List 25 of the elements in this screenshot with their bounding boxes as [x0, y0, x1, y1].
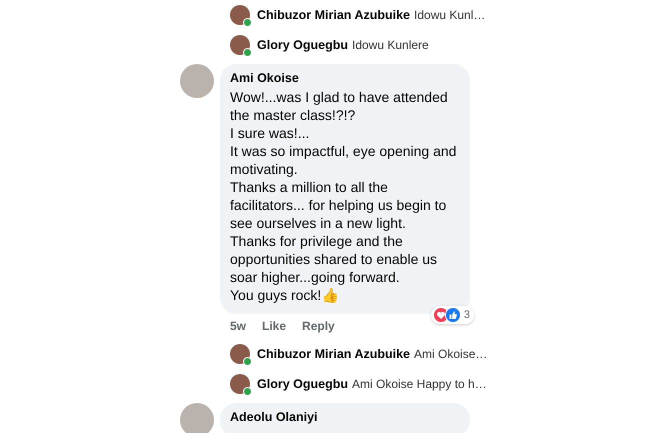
comment-text: Thanks for privilege and the opportunities shared to enable us soar higher...going forward.: [230, 232, 438, 286]
comment-author[interactable]: Ami Okoise: [230, 71, 460, 85]
comment-action-link[interactable]: Reply: [302, 319, 335, 333]
comment-text: You guys rock!👍: [230, 286, 340, 304]
thumbs-up-icon: [444, 307, 461, 323]
reply-snippet[interactable]: Idowu Kunlere: [352, 38, 429, 52]
avatar[interactable]: [230, 5, 250, 25]
reply-author[interactable]: Glory Oguegbu: [257, 377, 348, 391]
comment-time[interactable]: 5w: [230, 319, 246, 333]
reply-snippet[interactable]: Ami Okoise Happy to h…: [352, 377, 487, 391]
avatar[interactable]: [230, 374, 250, 394]
comment-text: Wow!...was I glad to have attended the master class!?!?: [230, 88, 449, 124]
comment-text: It was so impactful, eye opening and motivating.: [230, 142, 458, 178]
avatar[interactable]: [230, 344, 250, 364]
reaction-count-pill[interactable]: 3: [430, 306, 474, 324]
reply-author[interactable]: Chibuzor Mirian Azubuike: [257, 8, 410, 22]
reply-snippet[interactable]: Idowu Kunl…: [414, 8, 486, 22]
reply-snippet[interactable]: Ami Okoise…: [414, 347, 488, 361]
avatar[interactable]: [230, 35, 250, 55]
reply-author[interactable]: Glory Oguegbu: [257, 38, 348, 52]
comment-text: I sure was!...: [230, 124, 310, 142]
comment-author[interactable]: Adeolu Olaniyi: [230, 410, 460, 424]
comment-text: Thanks a million to all the facilitators... for helping us begin to see ourselves in a new light.: [230, 178, 448, 232]
comment-action-link[interactable]: Like: [262, 319, 286, 333]
reply-author[interactable]: Chibuzor Mirian Azubuike: [257, 347, 410, 361]
